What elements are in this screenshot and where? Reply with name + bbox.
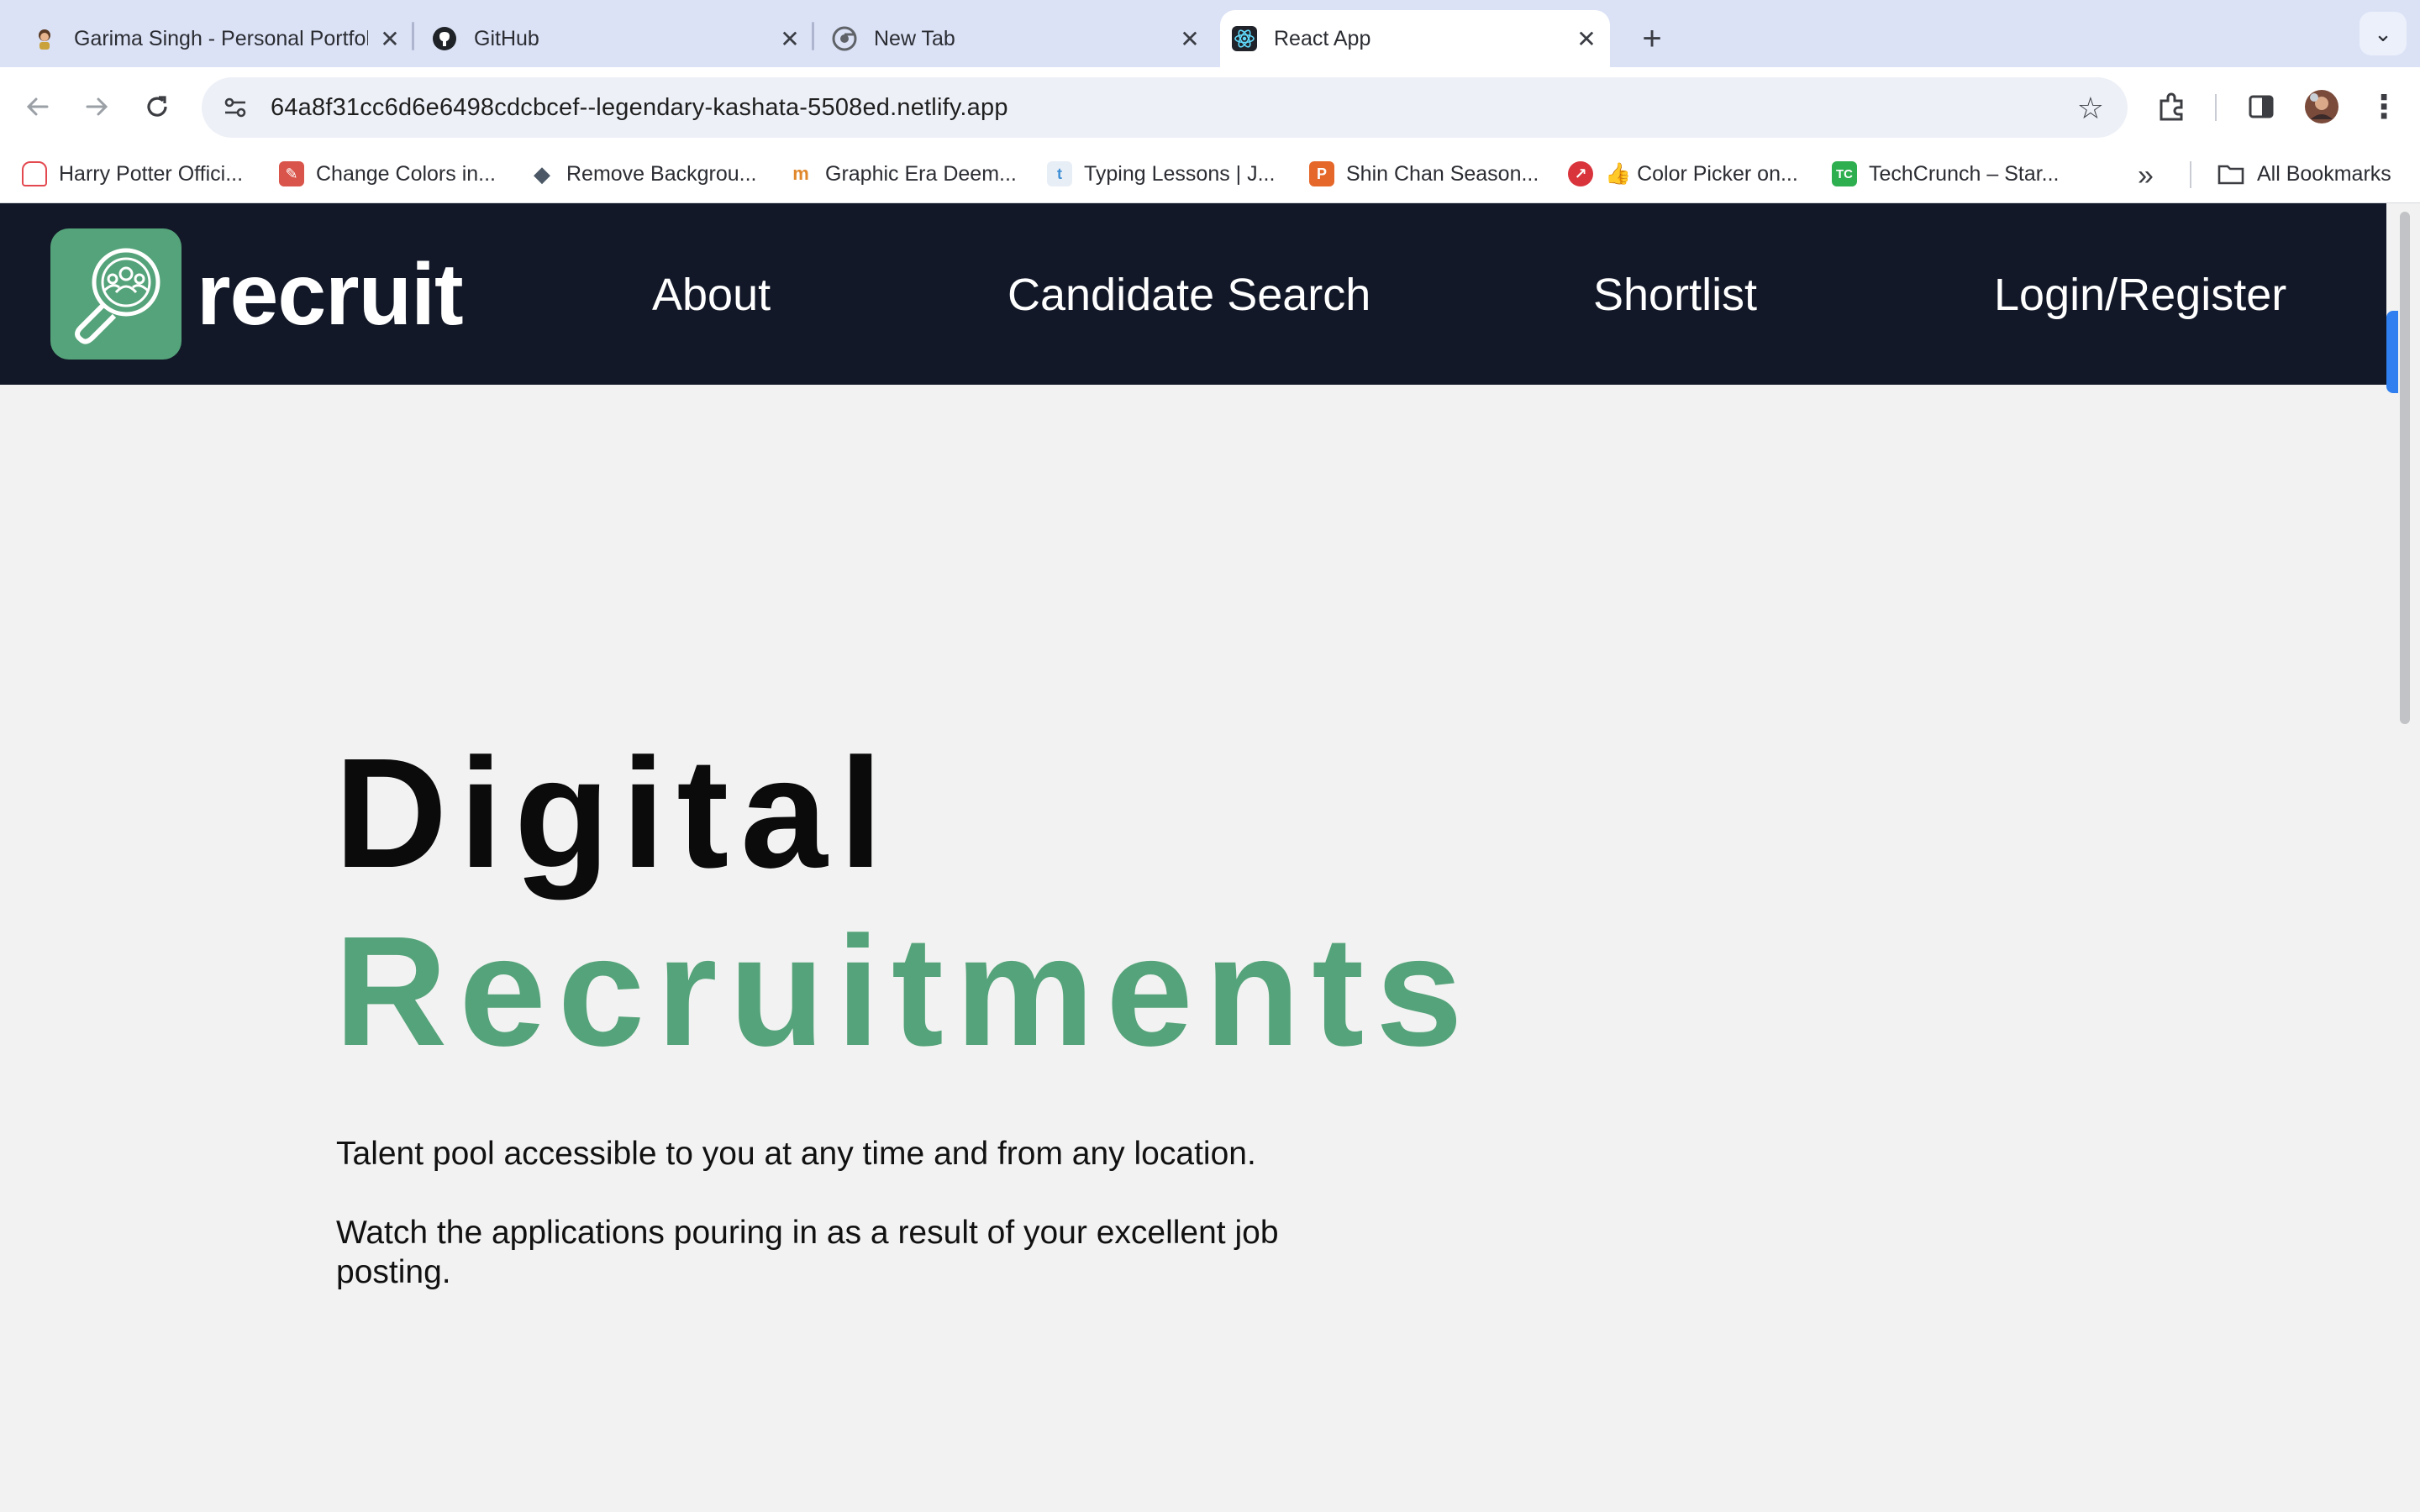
magnifier-people-icon: [75, 248, 160, 344]
graduation-cap-icon: m: [788, 161, 813, 186]
tab-title: New Tab: [874, 26, 955, 50]
tab-react-app[interactable]: React App ✕: [1220, 10, 1610, 67]
close-tab-icon[interactable]: ✕: [1178, 26, 1202, 52]
bookmark-item[interactable]: TC TechCrunch – Star...: [1832, 158, 2060, 190]
back-button[interactable]: [17, 86, 59, 128]
tab-garima-portfolio[interactable]: Garima Singh - Personal Portfolio ✕: [32, 10, 402, 67]
hero-paragraph-1: Talent pool accessible to you at any tim…: [336, 1136, 1256, 1172]
extensions-icon[interactable]: [2151, 86, 2193, 128]
bookmark-item[interactable]: t Typing Lessons | J...: [1047, 158, 1275, 190]
hero-paragraph-2: Watch the applications pouring in as a r…: [336, 1215, 1279, 1290]
bookmark-item[interactable]: ↗ 👍 Color Picker on...: [1568, 158, 1798, 190]
more-bookmarks-button[interactable]: »: [2138, 160, 2154, 192]
tab-title: GitHub: [474, 26, 539, 50]
tab-separator: [412, 22, 414, 50]
harry-potter-icon: [22, 161, 47, 186]
react-icon: [1232, 26, 1257, 51]
layers-icon: ◆: [529, 161, 555, 186]
reload-icon: [147, 96, 167, 117]
profile-avatar[interactable]: [2301, 86, 2343, 128]
url-text[interactable]: 64a8f31cc6d6e6498cdcbcef--legendary-kash…: [271, 94, 1008, 122]
close-tab-icon[interactable]: ✕: [778, 26, 802, 52]
brand-name[interactable]: recruit: [197, 245, 464, 345]
web-page: recruit About Candidate Search Shortlist…: [0, 203, 2386, 1512]
new-tab-button[interactable]: +: [1630, 17, 1674, 60]
tab-title: Garima Singh - Personal Portfolio: [74, 26, 368, 50]
bookmark-label: Graphic Era Deem...: [825, 161, 1017, 186]
bookmark-item[interactable]: Harry Potter Offici...: [22, 158, 243, 190]
bookmark-item[interactable]: m Graphic Era Deem...: [788, 158, 1017, 190]
bookmark-star-icon[interactable]: ☆: [2077, 91, 2104, 126]
tab-new-tab[interactable]: New Tab ✕: [832, 10, 1202, 67]
tab-separator: [812, 22, 814, 50]
forward-button[interactable]: [76, 86, 118, 128]
browser-tab-strip: Garima Singh - Personal Portfolio ✕ GitH…: [0, 0, 2420, 67]
bookmark-item[interactable]: P Shin Chan Season...: [1309, 158, 1539, 190]
forward-arrow-icon: [86, 97, 108, 116]
toolbar-divider: [2215, 94, 2217, 121]
site-navbar: recruit About Candidate Search Shortlist…: [0, 203, 2386, 385]
bookmark-label: Shin Chan Season...: [1346, 161, 1539, 186]
bookmark-label: TechCrunch – Star...: [1869, 161, 2060, 186]
github-icon: [432, 26, 457, 51]
recruit-logo[interactable]: [50, 228, 182, 360]
back-arrow-icon: [26, 97, 49, 116]
nav-login-register-link[interactable]: Login/Register: [1994, 269, 2286, 321]
tab-search-button[interactable]: ⌄: [2360, 12, 2407, 55]
reload-button[interactable]: [136, 86, 178, 128]
page-scrollbar[interactable]: [2386, 203, 2420, 1512]
scroll-position-indicator: [2386, 311, 2398, 393]
bookmark-item[interactable]: ✎ Change Colors in...: [279, 158, 496, 190]
bookmark-label: Typing Lessons | J...: [1084, 161, 1276, 186]
bookmark-label: Change Colors in...: [316, 161, 497, 186]
bookmarks-divider: [2190, 161, 2191, 188]
nav-about-link[interactable]: About: [652, 269, 771, 321]
address-bar[interactable]: 64a8f31cc6d6e6498cdcbcef--legendary-kash…: [202, 77, 2128, 138]
close-tab-icon[interactable]: ✕: [1575, 26, 1598, 52]
side-panel-icon[interactable]: [2240, 86, 2282, 128]
bookmark-label: All Bookmarks: [2257, 161, 2391, 186]
scrollbar-thumb[interactable]: [2400, 212, 2410, 724]
nav-candidate-search-link[interactable]: Candidate Search: [1007, 269, 1370, 321]
close-tab-icon[interactable]: ✕: [378, 26, 402, 52]
hero-title-line1: Digital: [334, 727, 895, 900]
bookmarks-bar: Harry Potter Offici... ✎ Change Colors i…: [0, 144, 2420, 203]
site-info-icon[interactable]: [218, 91, 252, 124]
hero-title-line2: Recruitments: [334, 905, 1475, 1079]
techcrunch-icon: TC: [1832, 161, 1857, 186]
p-icon: P: [1309, 161, 1334, 186]
all-bookmarks-button[interactable]: All Bookmarks: [2217, 158, 2391, 190]
chrome-icon: [832, 26, 857, 51]
bookmark-label: 👍 Color Picker on...: [1605, 161, 1798, 186]
menu-kebab-icon[interactable]: ⋮: [2363, 86, 2405, 128]
bookmark-label: Remove Backgrou...: [566, 161, 757, 186]
folder-icon: [2217, 161, 2245, 186]
browser-toolbar: 64a8f31cc6d6e6498cdcbcef--legendary-kash…: [0, 67, 2420, 144]
avatar-favicon-icon: [32, 26, 57, 51]
chevron-down-icon: ⌄: [2374, 20, 2392, 46]
bookmark-item[interactable]: ◆ Remove Backgrou...: [529, 158, 757, 190]
tab-title: React App: [1274, 26, 1371, 50]
color-picker-icon: ↗: [1568, 161, 1593, 186]
tool-icon: ✎: [279, 161, 304, 186]
bookmark-label: Harry Potter Offici...: [59, 161, 244, 186]
typing-icon: t: [1047, 161, 1072, 186]
tab-github[interactable]: GitHub ✕: [432, 10, 802, 67]
nav-shortlist-link[interactable]: Shortlist: [1593, 269, 1757, 321]
